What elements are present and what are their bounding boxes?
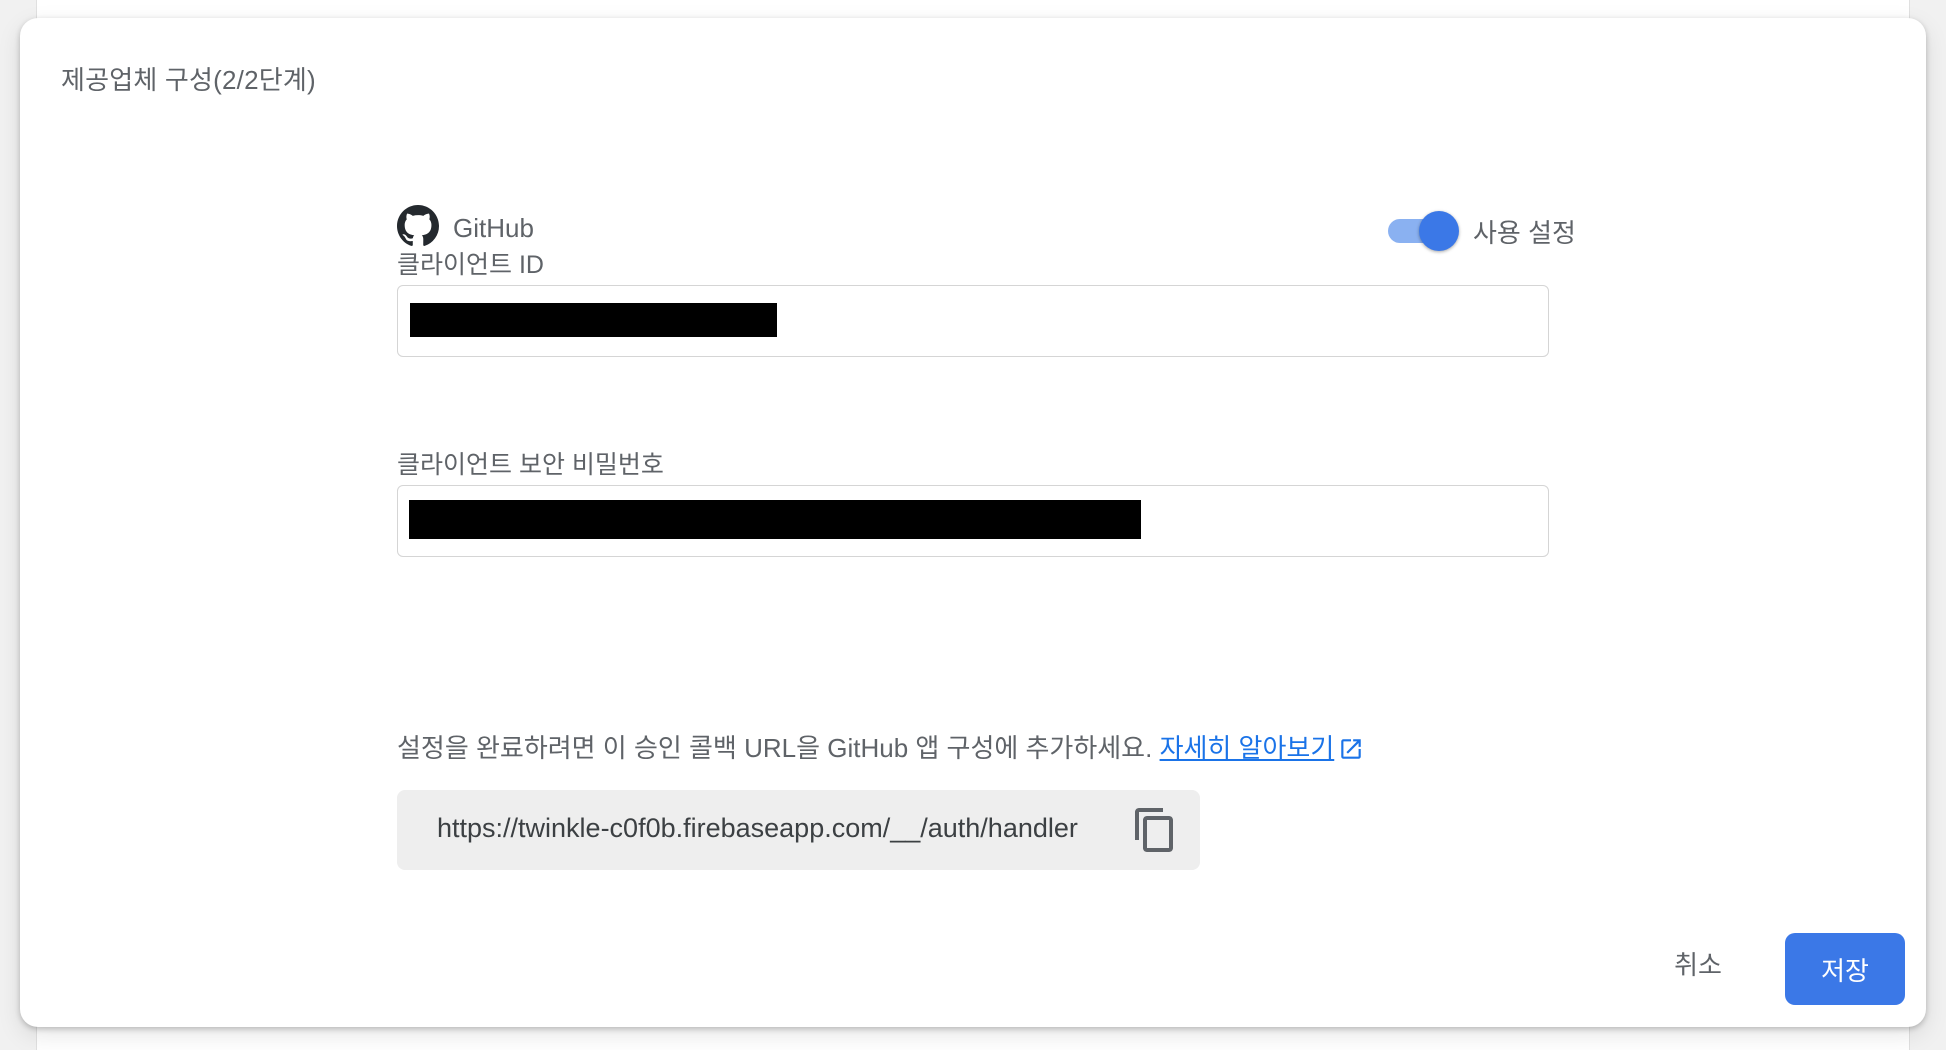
- enable-toggle-label: 사용 설정: [1473, 218, 1576, 248]
- toggle-thumb: [1419, 211, 1459, 251]
- enable-toggle[interactable]: [1386, 208, 1460, 251]
- callback-url-box: https://twinkle-c0f0b.firebaseapp.com/__…: [397, 790, 1200, 870]
- callback-note: 설정을 완료하려면 이 승인 콜백 URL을 GitHub 앱 구성에 추가하세…: [397, 728, 1364, 765]
- redacted-value: [409, 500, 1141, 539]
- callback-note-text: 설정을 완료하려면 이 승인 콜백 URL을 GitHub 앱 구성에 추가하세…: [397, 733, 1153, 763]
- cancel-button[interactable]: 취소: [1658, 936, 1738, 990]
- learn-more-label: 자세히 알아보기: [1159, 733, 1335, 763]
- provider-name: GitHub: [453, 213, 534, 243]
- dialog-title: 제공업체 구성(2/2단계): [61, 65, 316, 95]
- provider-config-dialog: 제공업체 구성(2/2단계) GitHub 사용 설정 클라이언트 ID 클라이…: [20, 18, 1926, 1027]
- provider-row: GitHub 사용 설정: [397, 203, 1576, 253]
- external-link-icon: [1341, 739, 1361, 759]
- callback-url[interactable]: https://twinkle-c0f0b.firebaseapp.com/__…: [437, 813, 1078, 844]
- client-id-input[interactable]: [397, 285, 1549, 357]
- client-secret-input[interactable]: [397, 485, 1549, 557]
- redacted-value: [410, 303, 777, 337]
- client-id-label: 클라이언트 ID: [397, 251, 544, 279]
- save-button[interactable]: 저장: [1785, 933, 1905, 1005]
- copy-icon[interactable]: [1131, 806, 1179, 854]
- client-secret-label: 클라이언트 보안 비밀번호: [397, 451, 664, 479]
- learn-more-link[interactable]: 자세히 알아보기: [1160, 733, 1365, 763]
- github-icon: [397, 205, 439, 246]
